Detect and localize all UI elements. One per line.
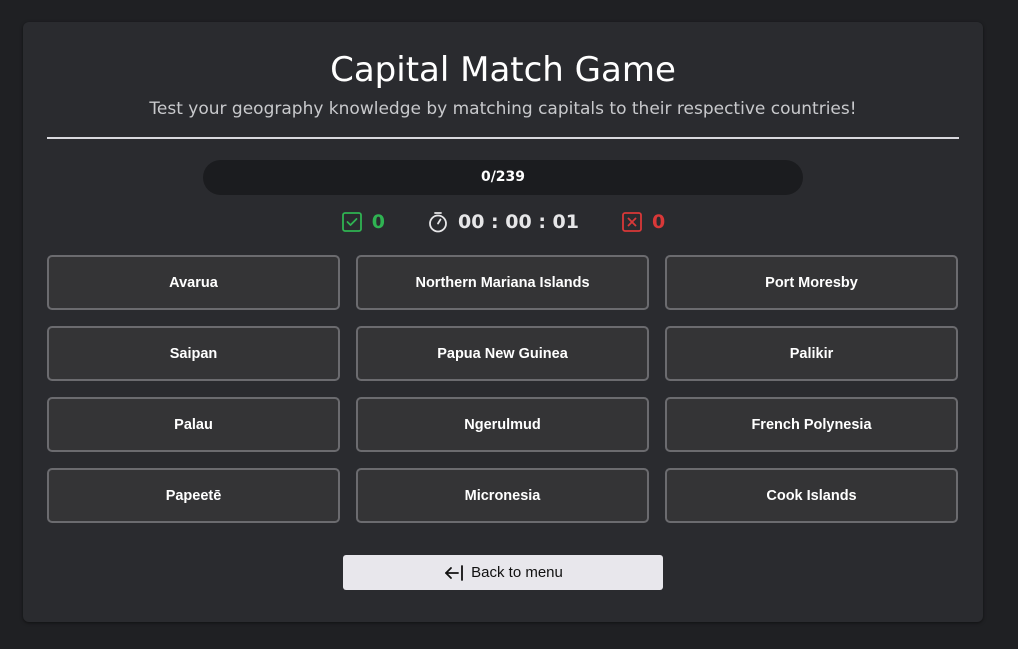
tile-palikir[interactable]: Palikir [665, 326, 958, 381]
wrong-count: 0 [621, 211, 665, 233]
check-square-icon [341, 211, 363, 233]
back-to-menu-button[interactable]: Back to menu [343, 555, 663, 590]
correct-count: 0 [341, 211, 385, 233]
game-card: Capital Match Game Test your geography k… [23, 22, 983, 622]
tile-northern-mariana-islands[interactable]: Northern Mariana Islands [356, 255, 649, 310]
correct-value: 0 [371, 211, 385, 233]
tile-palau[interactable]: Palau [47, 397, 340, 452]
progress-bar: 0/239 [203, 160, 803, 195]
tile-ngerulmud[interactable]: Ngerulmud [356, 397, 649, 452]
header-divider [47, 137, 959, 139]
timer-value: 00 : 00 : 01 [458, 211, 579, 233]
stats-bar: 0 00 : 00 : 01 0 [23, 208, 983, 236]
tile-grid: Avarua Northern Mariana Islands Port Mor… [47, 255, 959, 523]
x-square-icon [621, 211, 643, 233]
tile-micronesia[interactable]: Micronesia [356, 468, 649, 523]
page-title: Capital Match Game [330, 50, 676, 90]
tile-avarua[interactable]: Avarua [47, 255, 340, 310]
page-subtitle: Test your geography knowledge by matchin… [149, 99, 857, 119]
tile-saipan[interactable]: Saipan [47, 326, 340, 381]
progress-label: 0/239 [480, 169, 526, 185]
wrong-value: 0 [651, 211, 666, 233]
tile-port-moresby[interactable]: Port Moresby [665, 255, 958, 310]
tile-french-polynesia[interactable]: French Polynesia [665, 397, 958, 452]
tile-cook-islands[interactable]: Cook Islands [665, 468, 958, 523]
tile-papeete[interactable]: Papeetē [47, 468, 340, 523]
arrow-left-bar-icon [443, 562, 465, 584]
tile-papua-new-guinea[interactable]: Papua New Guinea [356, 326, 649, 381]
stopwatch-icon [427, 211, 449, 233]
timer: 00 : 00 : 01 [427, 211, 579, 233]
back-to-menu-label: Back to menu [471, 564, 563, 581]
